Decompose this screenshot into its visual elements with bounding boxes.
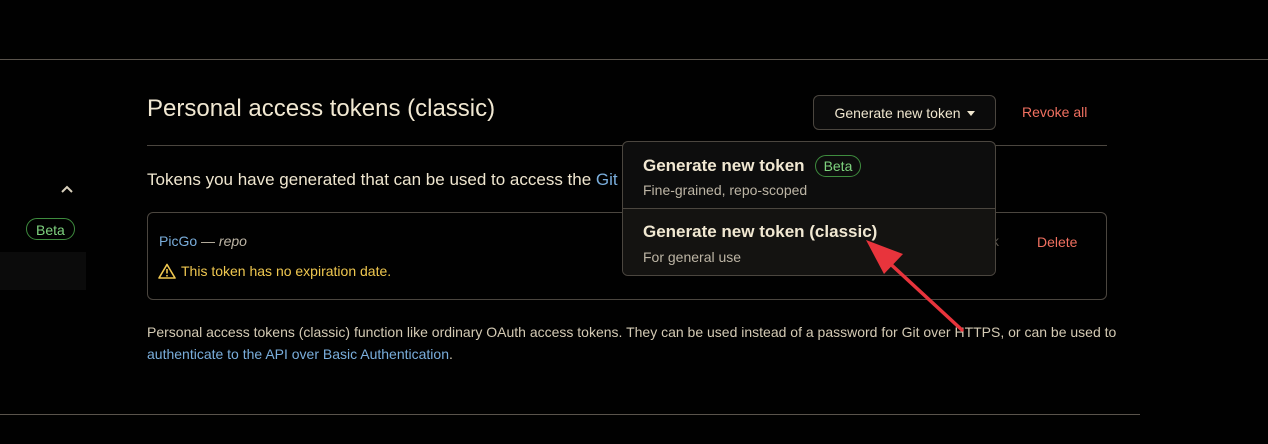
footer-description: Personal access tokens (classic) functio… — [147, 321, 1117, 365]
page-title: Personal access tokens (classic) — [147, 95, 496, 122]
revoke-all-button[interactable]: Revoke all — [1022, 104, 1087, 120]
intro-link[interactable]: Git — [596, 170, 618, 189]
menu-item-description: Fine-grained, repo-scoped — [643, 182, 808, 198]
bottom-divider — [0, 414, 1140, 415]
menu-item-title-text: Generate new token (classic) — [643, 222, 878, 241]
token-expiration-warning: This token has no expiration date. — [158, 263, 391, 279]
generate-token-dropdown: Generate new token Beta Fine-grained, re… — [622, 141, 996, 276]
menu-item-description: For general use — [643, 249, 742, 265]
token-separator: — — [197, 233, 219, 249]
generate-new-token-button[interactable]: Generate new token — [813, 95, 996, 130]
footer-text-end: . — [448, 346, 453, 362]
caret-down-icon — [966, 110, 975, 116]
warning-text: This token has no expiration date. — [181, 263, 392, 279]
chevron-up-icon[interactable] — [58, 180, 76, 198]
basic-auth-link[interactable]: authenticate to the API over Basic Authe… — [147, 346, 449, 362]
sidebar-beta-badge: Beta — [26, 218, 75, 240]
generate-new-token-label: Generate new token — [834, 104, 961, 121]
intro-text: Tokens you have generated that can be us… — [147, 170, 618, 190]
footer-text-body: Personal access tokens (classic) functio… — [147, 324, 1117, 340]
delete-token-button[interactable]: Delete — [1037, 234, 1077, 250]
top-divider — [0, 59, 1268, 60]
menu-item-title-text: Generate new token — [643, 156, 805, 175]
menu-item-title: Generate new token Beta — [643, 155, 862, 177]
token-name-row: PicGo — repo — [159, 233, 247, 249]
beta-badge: Beta — [814, 155, 862, 177]
menu-item-classic[interactable]: Generate new token (classic) For general… — [623, 209, 995, 275]
warning-icon — [158, 263, 176, 279]
intro-text-body: Tokens you have generated that can be us… — [147, 170, 596, 189]
sidebar-selected-item[interactable] — [0, 252, 86, 290]
token-name-link[interactable]: PicGo — [159, 233, 197, 249]
token-scope: repo — [218, 233, 247, 249]
menu-item-fine-grained[interactable]: Generate new token Beta Fine-grained, re… — [623, 142, 995, 208]
menu-item-title: Generate new token (classic) — [643, 222, 877, 242]
